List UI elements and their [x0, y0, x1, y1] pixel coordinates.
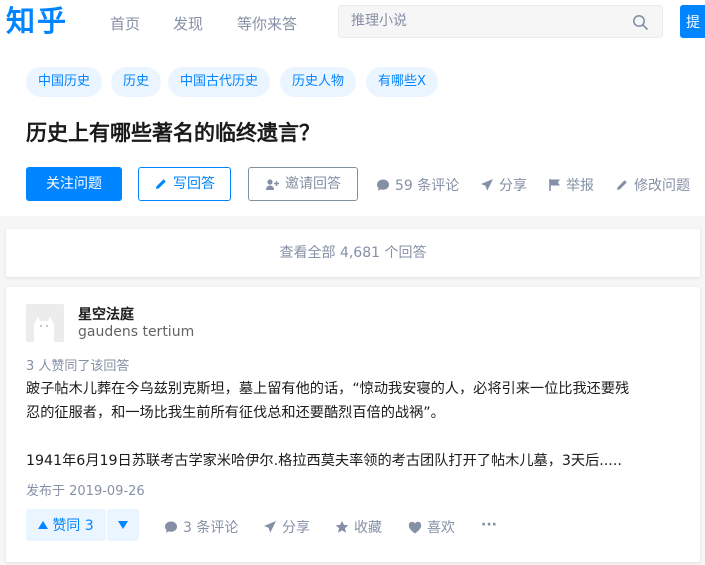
answer-comments-button[interactable]: 3 条评论: [164, 517, 238, 537]
nav-explore[interactable]: 发现: [173, 13, 203, 34]
invite-answer-label: 邀请回答: [285, 176, 341, 192]
like-label: 喜欢: [427, 520, 455, 536]
write-answer-button[interactable]: 写回答: [138, 167, 231, 201]
answer-paragraph: 跛子帖木儿葬在今乌兹别克斯坦，墓上留有他的话，“惊动我安寝的人，必将引来一位比我…: [26, 377, 686, 425]
question-header: 中国历史 历史 中国古代历史 历史人物 有哪些X 历史上有哪些著名的临终遗言？ …: [0, 44, 705, 216]
triangle-up-icon: [38, 521, 49, 529]
search-input[interactable]: [351, 13, 621, 29]
nav-waiting[interactable]: 等你来答: [237, 13, 297, 34]
comment-icon: [376, 178, 390, 192]
question-title[interactable]: 历史上有哪些著名的临终遗言？: [26, 117, 320, 147]
pencil-icon: [154, 177, 168, 191]
nav-home[interactable]: 首页: [110, 13, 140, 34]
topic-tag[interactable]: 中国历史: [26, 67, 103, 97]
paper-plane-icon: [263, 520, 277, 534]
answer-card: 星空法庭 gaudens tertium 3 人赞同了该回答 跛子帖木儿葬在今乌…: [6, 287, 700, 562]
write-answer-label: 写回答: [173, 176, 215, 192]
search-box: [338, 5, 663, 38]
search-icon[interactable]: [632, 14, 648, 30]
flag-icon: [548, 178, 561, 192]
answer-paragraph: 1941年6月19日苏联考古学家米哈伊尔.格拉西莫夫率领的考古团队打开了帖木儿墓…: [26, 453, 622, 469]
collect-label: 收藏: [354, 520, 382, 536]
heart-icon: [408, 521, 422, 534]
add-user-icon: [265, 178, 280, 191]
triangle-down-icon: [118, 521, 128, 529]
author-bio: gaudens tertium: [78, 324, 195, 340]
star-icon: [335, 520, 349, 534]
collect-button[interactable]: 收藏: [335, 517, 382, 537]
report-label: 举报: [566, 178, 594, 194]
invite-answer-button[interactable]: 邀请回答: [248, 167, 358, 201]
upvote-button[interactable]: 赞同 3: [26, 509, 106, 541]
question-comments-button[interactable]: 59 条评论: [376, 175, 459, 195]
answer-share-label: 分享: [282, 520, 310, 536]
like-button[interactable]: 喜欢: [408, 517, 455, 537]
pencil-icon: [615, 178, 629, 192]
topic-tag[interactable]: 历史: [111, 67, 162, 97]
author-name[interactable]: 星空法庭: [78, 304, 134, 324]
answer-text-line: 跛子帖木儿葬在今乌兹别克斯坦，墓上留有他的话，“惊动我安寝的人，必将引来一位比我…: [26, 381, 630, 397]
downvote-button[interactable]: [107, 509, 139, 541]
avatar[interactable]: [26, 304, 64, 342]
answer-comments-label: 3 条评论: [183, 520, 239, 536]
answer-share-button[interactable]: 分享: [263, 517, 310, 537]
edit-question-label: 修改问题: [634, 178, 690, 194]
report-button[interactable]: 举报: [548, 175, 594, 195]
question-share-label: 分享: [499, 178, 527, 194]
zhihu-logo[interactable]: 知乎: [6, 2, 68, 40]
edit-question-button[interactable]: 修改问题: [615, 175, 690, 195]
topic-tag[interactable]: 有哪些X: [366, 67, 438, 97]
topic-tag[interactable]: 中国古代历史: [168, 67, 271, 97]
topic-tag[interactable]: 历史人物: [280, 67, 357, 97]
ask-question-button[interactable]: 提: [680, 5, 705, 38]
paper-plane-icon: [480, 178, 494, 192]
question-share-button[interactable]: 分享: [480, 175, 527, 195]
comment-icon: [164, 520, 178, 534]
answer-text-line: 忍的征服者，和一场比我生前所有征伐总和还要酷烈百倍的战祸”。: [26, 405, 445, 421]
top-navbar: 知乎 首页 发现 等你来答 提: [0, 0, 705, 44]
upvote-label: 赞同 3: [52, 518, 94, 534]
upvote-count-text: 3 人赞同了该回答: [26, 359, 130, 374]
question-comments-label: 59 条评论: [395, 178, 460, 194]
publish-time[interactable]: 发布于 2019-09-26: [26, 480, 145, 499]
follow-question-button[interactable]: 关注问题: [26, 167, 122, 201]
more-options-button[interactable]: ···: [481, 517, 497, 533]
answer-content[interactable]: 跛子帖木儿葬在今乌兹别克斯坦，墓上留有他的话，“惊动我安寝的人，必将引来一位比我…: [26, 377, 686, 497]
view-all-answers-button[interactable]: 查看全部 4,681 个回答: [6, 229, 700, 277]
